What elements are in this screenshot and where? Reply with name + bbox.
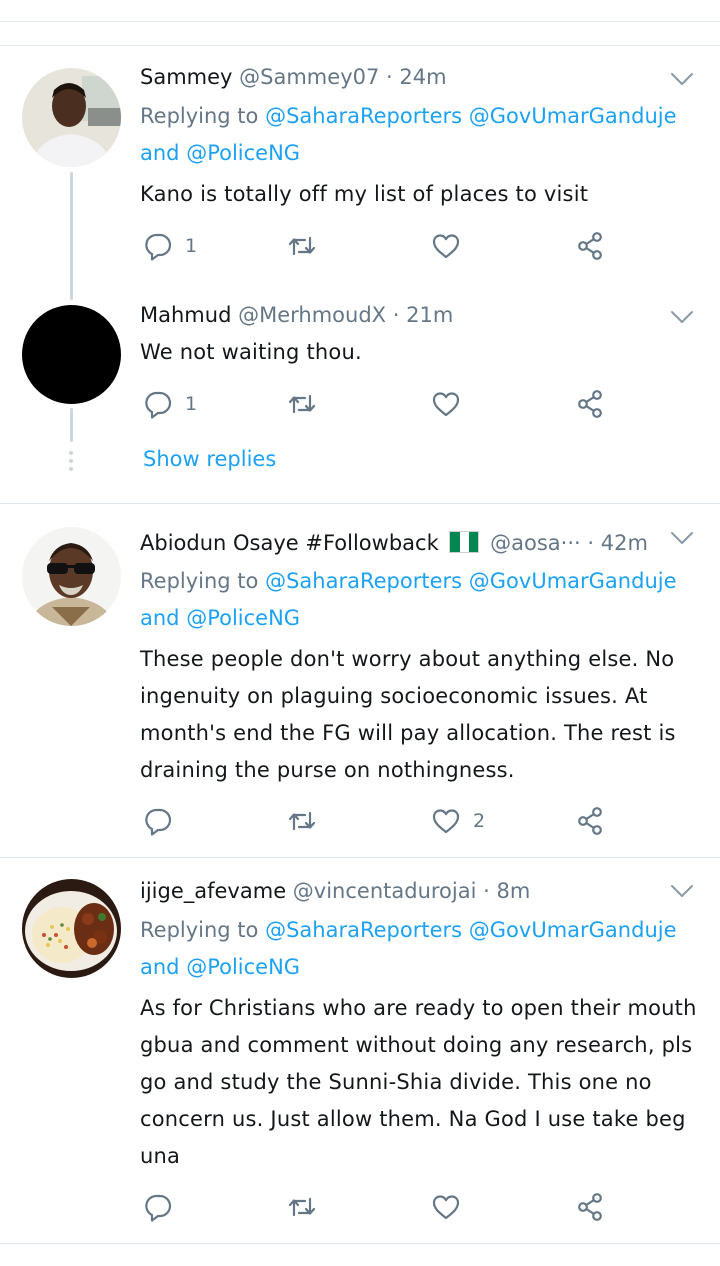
mention-link[interactable]: @GovUmarGanduje	[469, 104, 677, 128]
handle[interactable]: @aosa···	[490, 531, 581, 555]
mention-link[interactable]: @PoliceNG	[186, 606, 300, 630]
nigeria-flag-icon	[449, 531, 480, 553]
reply-icon	[143, 806, 173, 836]
like-icon	[431, 1192, 461, 1222]
display-name[interactable]: Mahmud	[140, 303, 231, 327]
replying-to: Replying to @SaharaReporters @GovUmarGan…	[140, 918, 677, 942]
share-button[interactable]	[575, 1192, 605, 1222]
replying-to: Replying to @SaharaReporters @GovUmarGan…	[140, 104, 677, 128]
handle[interactable]: @vincentadurojai	[293, 879, 477, 903]
replying-to-cont: and @PoliceNG	[140, 141, 301, 165]
retweet-button[interactable]	[287, 1192, 317, 1222]
like-button[interactable]	[431, 389, 461, 419]
thread-line	[70, 408, 73, 442]
tweet-header: Abiodun Osaye #Followback @aosa··· · 42m	[140, 531, 648, 555]
mention-link[interactable]: @PoliceNG	[186, 141, 300, 165]
tweet-header: ijige_afevame @vincentadurojai · 8m	[140, 879, 531, 903]
tweet-text: As for Christians who are ready to open …	[140, 996, 697, 1168]
reply-button[interactable]	[143, 806, 173, 836]
share-button[interactable]	[575, 389, 605, 419]
share-icon	[575, 389, 605, 419]
share-icon	[575, 231, 605, 261]
like-icon	[431, 806, 461, 836]
like-icon	[431, 231, 461, 261]
retweet-icon	[287, 231, 317, 261]
chevron-down-icon[interactable]	[670, 531, 694, 545]
reply-icon	[143, 231, 173, 261]
retweet-button[interactable]	[287, 389, 317, 419]
replying-to: Replying to @SaharaReporters @GovUmarGan…	[140, 569, 677, 593]
retweet-icon	[287, 389, 317, 419]
display-name[interactable]: Sammey	[140, 65, 232, 89]
share-icon	[575, 1192, 605, 1222]
tweet-text: We not waiting thou.	[140, 340, 362, 364]
timestamp[interactable]: 42m	[601, 531, 648, 555]
thread-line	[70, 172, 73, 300]
mention-link[interactable]: @PoliceNG	[186, 955, 300, 979]
replying-to-cont: and @PoliceNG	[140, 955, 301, 979]
show-replies-link[interactable]: Show replies	[143, 447, 276, 471]
reply-button[interactable]: 1	[143, 389, 197, 419]
reply-button[interactable]	[143, 1192, 173, 1222]
display-name[interactable]: Abiodun Osaye #Followback	[140, 531, 439, 555]
tweet-text: These people don't worry about anything …	[140, 647, 676, 782]
top-divider-2	[0, 45, 720, 46]
like-icon	[431, 389, 461, 419]
mention-link[interactable]: @SaharaReporters	[265, 569, 462, 593]
timestamp[interactable]: 8m	[497, 879, 531, 903]
like-count: 2	[473, 810, 486, 832]
tweet-divider	[0, 503, 720, 504]
timestamp[interactable]: 21m	[406, 303, 453, 327]
retweet-icon	[287, 1192, 317, 1222]
avatar[interactable]	[22, 527, 121, 626]
mention-link[interactable]: @SaharaReporters	[265, 104, 462, 128]
like-button[interactable]: 2	[431, 806, 485, 836]
share-icon	[575, 806, 605, 836]
like-button[interactable]	[431, 231, 461, 261]
mention-link[interactable]: @GovUmarGanduje	[469, 918, 677, 942]
share-button[interactable]	[575, 231, 605, 261]
mention-link[interactable]: @GovUmarGanduje	[469, 569, 677, 593]
chevron-down-icon[interactable]	[670, 72, 694, 86]
retweet-button[interactable]	[287, 806, 317, 836]
reply-icon	[143, 1192, 173, 1222]
share-button[interactable]	[575, 806, 605, 836]
retweet-button[interactable]	[287, 231, 317, 261]
chevron-down-icon[interactable]	[670, 310, 694, 324]
retweet-icon	[287, 806, 317, 836]
thread-dots	[69, 451, 74, 475]
reply-button[interactable]: 1	[143, 231, 197, 261]
reply-icon	[143, 389, 173, 419]
mention-link[interactable]: @SaharaReporters	[265, 918, 462, 942]
avatar[interactable]	[22, 879, 121, 978]
tweet-header: Sammey @Sammey07 · 24m	[140, 65, 447, 89]
reply-count: 1	[185, 235, 198, 257]
chevron-down-icon[interactable]	[670, 884, 694, 898]
avatar[interactable]	[22, 305, 121, 404]
avatar[interactable]	[22, 68, 121, 167]
like-button[interactable]	[431, 1192, 461, 1222]
tweet-divider	[0, 1243, 720, 1244]
display-name[interactable]: ijige_afevame	[140, 879, 286, 903]
top-divider	[0, 21, 720, 22]
reply-count: 1	[185, 393, 198, 415]
tweet-divider	[0, 857, 720, 858]
timestamp[interactable]: 24m	[399, 65, 446, 89]
handle[interactable]: @MerhmoudX	[238, 303, 386, 327]
tweet-text: Kano is totally off my list of places to…	[140, 182, 589, 206]
tweet-header: Mahmud @MerhmoudX · 21m	[140, 303, 454, 327]
replying-to-cont: and @PoliceNG	[140, 606, 301, 630]
handle[interactable]: @Sammey07	[239, 65, 379, 89]
